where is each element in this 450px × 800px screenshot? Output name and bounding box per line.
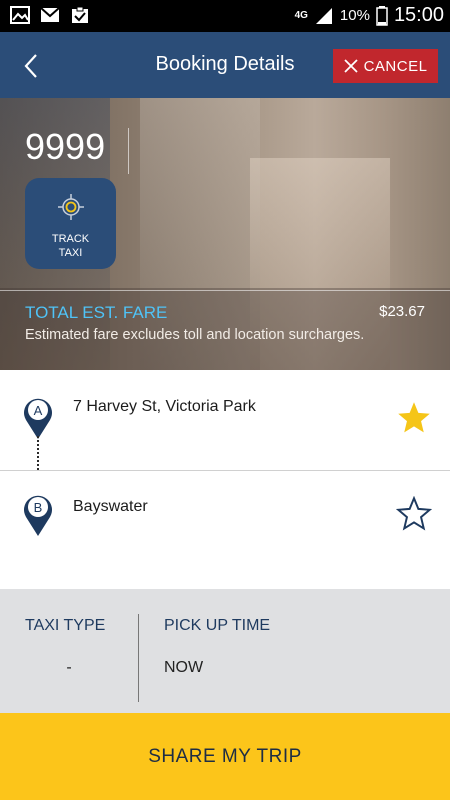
gallery-icon bbox=[10, 6, 30, 24]
divider bbox=[0, 290, 450, 291]
notification-icons bbox=[10, 6, 90, 24]
taxi-type-label: TAXI TYPE bbox=[25, 617, 106, 634]
signal-icon bbox=[315, 7, 332, 24]
battery-percent: 10% bbox=[339, 7, 370, 24]
cancel-label: CANCEL bbox=[363, 57, 428, 75]
pickup-time-value: NOW bbox=[164, 659, 204, 676]
app-header: Booking Details CANCEL bbox=[0, 32, 450, 98]
dropoff-pin-icon: B bbox=[24, 495, 52, 536]
target-icon bbox=[58, 194, 84, 220]
trip-info-panel: TAXI TYPE - PICK UP TIME NOW bbox=[0, 589, 450, 713]
gmail-icon bbox=[40, 7, 60, 22]
star-outline-icon[interactable] bbox=[396, 496, 432, 532]
track-taxi-button[interactable]: TRACK TAXI bbox=[25, 178, 116, 269]
close-icon bbox=[343, 59, 358, 73]
taxi-number: 9999 bbox=[25, 126, 106, 167]
taxi-type-value: - bbox=[66, 659, 72, 676]
booking-hero: 9999 TRACK TAXI TOTAL EST. FARE $23.67 E… bbox=[0, 98, 450, 370]
pickup-location-row[interactable]: A 7 Harvey St, Victoria Park bbox=[0, 370, 450, 470]
clock: 15:00 bbox=[393, 4, 444, 26]
divider bbox=[128, 128, 129, 174]
clipboard-check-icon bbox=[72, 6, 88, 23]
fare-note: Estimated fare excludes toll and locatio… bbox=[25, 327, 365, 343]
pickup-time-label: PICK UP TIME bbox=[164, 617, 271, 634]
total-fare-value: $23.67 bbox=[379, 303, 425, 320]
battery-icon bbox=[376, 5, 388, 26]
pickup-pin-icon: A bbox=[24, 398, 52, 439]
track-taxi-label: TRACK TAXI bbox=[51, 233, 90, 259]
pickup-address: 7 Harvey St, Victoria Park bbox=[73, 398, 256, 415]
cancel-button[interactable]: CANCEL bbox=[333, 49, 438, 83]
share-trip-button[interactable]: SHARE MY TRIP bbox=[0, 713, 450, 800]
star-filled-icon[interactable] bbox=[396, 400, 432, 436]
dropoff-address: Bayswater bbox=[73, 498, 148, 515]
divider bbox=[138, 614, 139, 702]
network-type: 4G bbox=[294, 9, 308, 21]
svg-text:A: A bbox=[34, 403, 43, 418]
dropoff-location-row[interactable]: B Bayswater bbox=[0, 471, 450, 571]
status-bar: 4G 10% 15:00 bbox=[0, 0, 450, 32]
total-fare-label: TOTAL EST. FARE bbox=[25, 303, 168, 322]
svg-text:B: B bbox=[34, 500, 43, 515]
